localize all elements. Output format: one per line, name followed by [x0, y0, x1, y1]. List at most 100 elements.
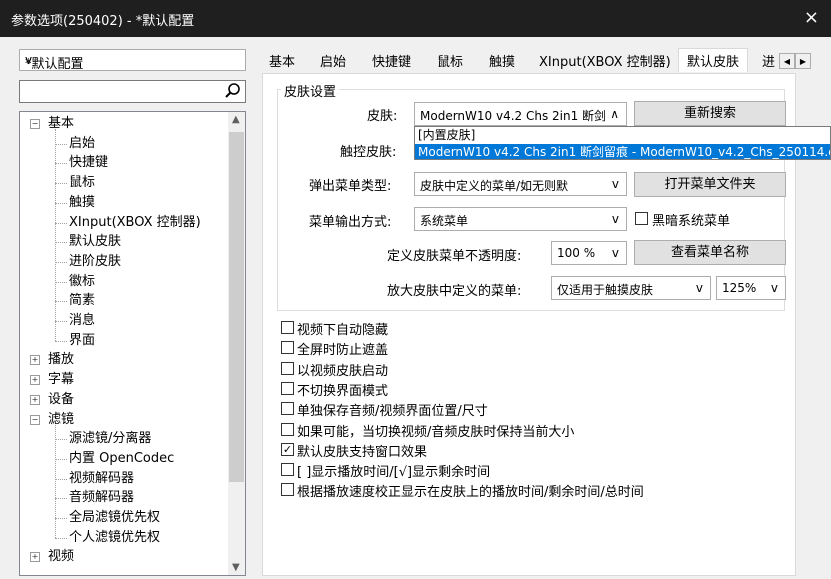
tree-item-label: 设备: [48, 391, 75, 407]
tree-connector: [55, 163, 67, 165]
tree-item[interactable]: 源滤镜/分离器: [69, 429, 151, 449]
tree-item[interactable]: 快捷键: [69, 153, 108, 173]
option-checkbox[interactable]: [281, 402, 294, 416]
open-menu-folder-button[interactable]: 打开菜单文件夹: [634, 172, 786, 197]
view-menu-names-button[interactable]: 查看菜单名称: [634, 240, 786, 265]
tree-connector: [55, 222, 67, 224]
tree-item[interactable]: 视频解码器: [69, 469, 134, 489]
option-label: 全屏时防止遮盖: [297, 343, 389, 359]
tree-item-label: 视频解码器: [69, 470, 135, 486]
tree-item-label: 徽标: [69, 273, 96, 289]
tree-item[interactable]: 消息: [69, 311, 95, 331]
tree-item[interactable]: 基本: [48, 114, 74, 134]
dark-menu-checkbox[interactable]: [635, 212, 648, 225]
tab[interactable]: 触摸: [489, 51, 515, 70]
menu-zoom-percent-select[interactable]: 125% v: [716, 276, 786, 300]
tree-item-label: 界面: [69, 332, 96, 348]
tree-item-label: 简素: [69, 293, 96, 309]
menu-output-select[interactable]: 系统菜单 v: [414, 207, 627, 231]
option-checkbox[interactable]: [281, 422, 294, 436]
option-checkbox[interactable]: [281, 341, 294, 355]
tree-item[interactable]: 播放: [48, 350, 74, 370]
preset-select[interactable]: *默认配置 v: [19, 49, 246, 72]
tab[interactable]: XInput(XBOX 控制器): [539, 51, 671, 70]
expand-icon[interactable]: +: [30, 355, 40, 366]
tree-connector: [55, 281, 67, 283]
popup-menu-type-select[interactable]: 皮肤中定义的菜单/如无则默 v: [414, 172, 627, 196]
menu-opacity-label: 定义皮肤菜单不透明度:: [387, 249, 522, 264]
tree-item[interactable]: 界面: [69, 331, 95, 351]
skin-select[interactable]: ModernW10 v4.2 Chs 2in1 断剑 ∧: [414, 102, 627, 126]
tree-item[interactable]: 滤镜: [48, 410, 74, 430]
tab[interactable]: 鼠标: [437, 51, 463, 70]
tree-item[interactable]: 简素: [69, 291, 95, 311]
tree-item[interactable]: 启始: [69, 134, 95, 154]
tree-item[interactable]: XInput(XBOX 控制器): [69, 213, 201, 233]
tree-item[interactable]: 设备: [48, 390, 74, 410]
option-checkbox[interactable]: [281, 463, 294, 477]
tree-item-label: 全局滤镜优先权: [69, 510, 161, 525]
tree-item[interactable]: 触摸: [69, 193, 95, 213]
option-label: 单独保存音频/视频界面位置/尺寸: [297, 404, 488, 420]
menu-zoom-select[interactable]: 仅适用于触摸皮肤 v: [551, 276, 711, 300]
tab[interactable]: 快捷键: [372, 51, 411, 70]
skin-option-modernw10[interactable]: ModernW10 v4.2 Chs 2in1 断剑留痕 - ModernW10…: [415, 144, 830, 159]
tab[interactable]: 启始: [320, 51, 346, 70]
popup-menu-type-value: 皮肤中定义的菜单/如无则默: [420, 179, 569, 193]
chevron-down-icon: v: [695, 281, 703, 295]
close-icon[interactable]: ×: [804, 7, 819, 28]
tree-connector: [55, 498, 67, 500]
tree-item[interactable]: 全局滤镜优先权: [69, 508, 160, 528]
tab[interactable]: 基本: [269, 51, 295, 70]
tab[interactable]: 进: [762, 51, 775, 70]
tree-connector: [55, 439, 67, 441]
tree-item[interactable]: 徽标: [69, 272, 95, 292]
option-checkbox[interactable]: ✓: [281, 442, 294, 456]
scroll-thumb[interactable]: [229, 132, 244, 482]
collapse-icon[interactable]: −: [30, 119, 40, 129]
tab-scroll-left-icon[interactable]: ◀: [779, 53, 795, 69]
research-button[interactable]: 重新搜索: [634, 101, 786, 126]
search-icon[interactable]: [224, 82, 242, 104]
search-input[interactable]: [19, 80, 246, 103]
scroll-up-icon[interactable]: ▲: [232, 114, 240, 125]
scroll-down-icon[interactable]: ▼: [232, 562, 240, 573]
tree-item[interactable]: 内置 OpenCodec: [69, 449, 174, 469]
tree-item-label: XInput(XBOX 控制器): [69, 214, 201, 230]
expand-icon[interactable]: +: [30, 375, 40, 386]
option-checkbox[interactable]: [281, 381, 294, 395]
expand-icon[interactable]: +: [30, 552, 40, 563]
tree-scrollbar[interactable]: ▲ ▼: [228, 112, 245, 575]
skin-dropdown-list[interactable]: [内置皮肤] ModernW10 v4.2 Chs 2in1 断剑留痕 - Mo…: [414, 126, 831, 160]
tree-item-label: 播放: [48, 352, 75, 368]
option-checkbox[interactable]: [281, 483, 294, 497]
option-checkbox[interactable]: [281, 361, 294, 375]
settings-tree[interactable]: ▲ ▼ 基本 − 启始 快捷键 鼠标 触摸 XInput(XBOX 控制器) 默认皮肤 进阶皮肤…: [19, 111, 246, 576]
menu-output-value: 系统菜单: [420, 214, 469, 228]
tree-item-label: 源滤镜/分离器: [69, 431, 152, 447]
skin-option-builtin[interactable]: [内置皮肤]: [415, 127, 830, 143]
tree-item[interactable]: 默认皮肤: [69, 232, 121, 252]
chevron-down-icon: v: [25, 53, 33, 67]
group-title: 皮肤设置: [281, 81, 340, 100]
tree-item[interactable]: 进阶皮肤: [69, 252, 121, 272]
tree-item[interactable]: 音频解码器: [69, 488, 134, 508]
chevron-down-icon: v: [611, 246, 619, 260]
option-label: 默认皮肤支持窗口效果: [297, 444, 428, 460]
menu-opacity-select[interactable]: 100 % v: [551, 241, 627, 265]
tree-item-label: 消息: [69, 313, 96, 328]
tree-connector: [55, 478, 67, 480]
tab-scroll-right-icon[interactable]: ▶: [795, 53, 811, 69]
dark-menu-label: 黑暗系统菜单: [652, 214, 731, 229]
expand-icon[interactable]: +: [30, 394, 40, 405]
tree-item-label: 鼠标: [69, 175, 96, 191]
tree-item[interactable]: 个人滤镜优先权: [69, 528, 160, 548]
option-label: 如果可能，当切换视频/音频皮肤时保持当前大小: [297, 424, 575, 440]
tree-item[interactable]: 字幕: [48, 370, 74, 390]
option-checkbox[interactable]: [281, 321, 294, 334]
tree-item[interactable]: 鼠标: [69, 173, 95, 193]
collapse-icon[interactable]: −: [30, 414, 40, 425]
chevron-down-icon: v: [611, 212, 619, 226]
tree-item[interactable]: 视频: [48, 547, 74, 567]
tab[interactable]: 默认皮肤: [678, 48, 749, 72]
